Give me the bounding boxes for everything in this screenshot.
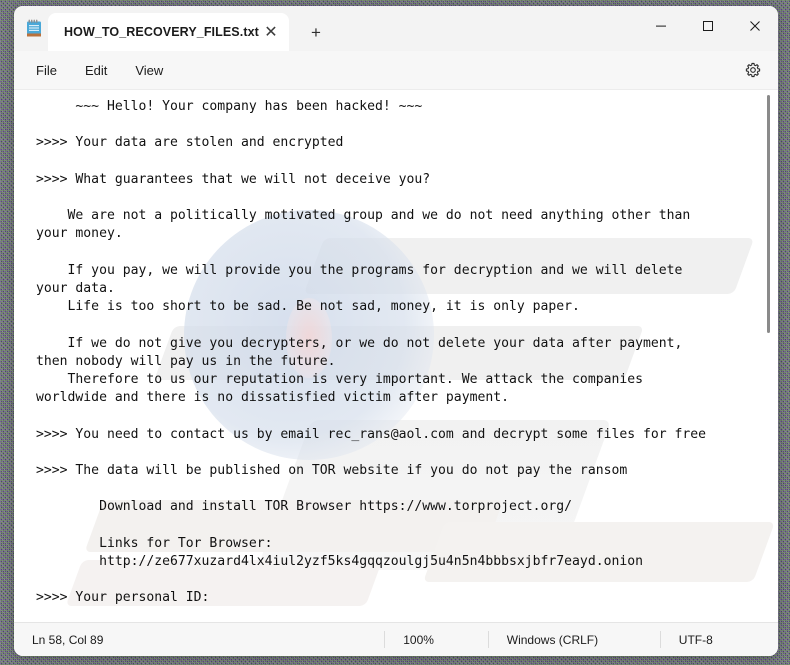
- title-bar: HOW_TO_RECOVERY_FILES.txt ✕ +: [14, 6, 778, 51]
- menu-item-edit[interactable]: Edit: [73, 58, 119, 83]
- vertical-scrollbar[interactable]: [761, 90, 775, 622]
- scrollbar-thumb[interactable]: [767, 95, 770, 333]
- tab-how-to-recovery-files[interactable]: HOW_TO_RECOVERY_FILES.txt ✕: [48, 13, 289, 51]
- status-line-column: Ln 58, Col 89: [32, 632, 104, 647]
- notepad-icon: [14, 6, 48, 51]
- ransom-note-text[interactable]: ~~~ Hello! Your company has been hacked!…: [14, 90, 778, 608]
- gear-icon[interactable]: [738, 55, 768, 85]
- window-controls: [637, 6, 778, 46]
- close-icon[interactable]: ✕: [259, 20, 283, 44]
- status-zoom-level[interactable]: 100%: [384, 631, 488, 648]
- close-window-icon[interactable]: [731, 6, 778, 46]
- minimize-icon[interactable]: [637, 6, 684, 46]
- menu-bar: File Edit View: [14, 51, 778, 90]
- menu-item-file[interactable]: File: [24, 58, 69, 83]
- status-line-ending[interactable]: Windows (CRLF): [487, 631, 660, 648]
- menu-item-view[interactable]: View: [123, 58, 175, 83]
- new-tab-icon[interactable]: +: [301, 17, 331, 47]
- text-editor-area[interactable]: ~~~ Hello! Your company has been hacked!…: [14, 90, 778, 622]
- maximize-icon[interactable]: [684, 6, 731, 46]
- tab-label: HOW_TO_RECOVERY_FILES.txt: [64, 25, 259, 39]
- desktop-background: HOW_TO_RECOVERY_FILES.txt ✕ + File Edit …: [0, 0, 790, 665]
- status-encoding[interactable]: UTF-8: [659, 631, 778, 648]
- tab-strip: HOW_TO_RECOVERY_FILES.txt ✕ +: [48, 6, 331, 51]
- status-bar: Ln 58, Col 89 100% Windows (CRLF) UTF-8: [14, 622, 778, 656]
- notepad-window: HOW_TO_RECOVERY_FILES.txt ✕ + File Edit …: [14, 6, 778, 656]
